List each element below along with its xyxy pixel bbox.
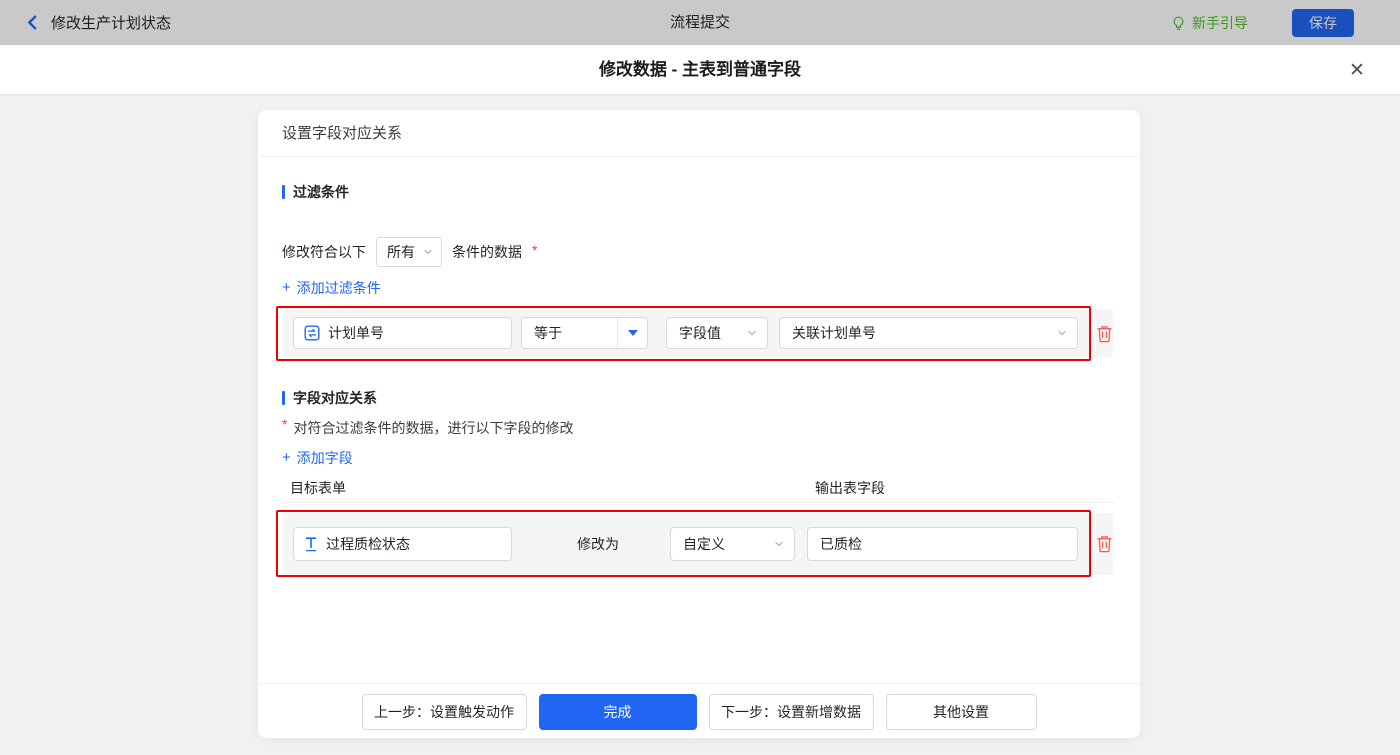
column-header-output: 输出表字段 xyxy=(815,478,885,498)
next-step-button[interactable]: 下一步：设置新增数据 xyxy=(709,694,874,730)
target-field-input[interactable]: 过程质检状态 xyxy=(293,527,512,561)
trash-icon xyxy=(1096,535,1113,553)
delete-filter-button[interactable] xyxy=(1092,322,1116,346)
save-button[interactable]: 保存 xyxy=(1292,9,1354,37)
section-marker xyxy=(282,185,285,199)
add-filter-condition-link[interactable]: + 添加过滤条件 xyxy=(282,278,381,298)
modify-to-label: 修改为 xyxy=(563,527,633,561)
custom-value-type: 自定义 xyxy=(671,534,774,554)
bulb-icon xyxy=(1171,15,1186,31)
prev-step-button[interactable]: 上一步：设置触发动作 xyxy=(362,694,527,730)
chevron-down-icon xyxy=(1057,328,1067,338)
operator-caret-zone[interactable] xyxy=(617,318,647,348)
filter-value-select[interactable]: 关联计划单号 xyxy=(779,317,1078,349)
match-condition-row: 修改符合以下 所有 条件的数据 * xyxy=(282,236,537,268)
plus-icon: + xyxy=(282,451,291,465)
modal-header: 修改数据 - 主表到普通字段 ✕ xyxy=(0,45,1400,95)
close-button[interactable]: ✕ xyxy=(1338,45,1376,95)
chevron-down-icon xyxy=(774,539,784,549)
operator-value: 等于 xyxy=(522,323,617,343)
back-button[interactable]: 修改生产计划状态 xyxy=(24,0,171,45)
custom-value-type-select[interactable]: 自定义 xyxy=(670,527,795,561)
mapping-description: 对符合过滤条件的数据，进行以下字段的修改 xyxy=(293,418,573,438)
delete-mapping-button[interactable] xyxy=(1092,532,1116,556)
chevron-down-icon xyxy=(747,328,757,338)
filter-field-input[interactable]: 计划单号 xyxy=(293,317,512,349)
serial-field-icon xyxy=(304,325,320,341)
required-asterisk: * xyxy=(282,416,287,432)
match-mode-value: 所有 xyxy=(387,242,415,262)
page-title: 修改生产计划状态 xyxy=(51,12,171,33)
output-value-input[interactable] xyxy=(807,527,1078,561)
footer-divider xyxy=(258,683,1140,684)
back-icon xyxy=(24,14,41,31)
mapping-section-title: 字段对应关系 xyxy=(282,388,377,408)
column-divider xyxy=(282,502,1116,503)
value-type-select[interactable]: 字段值 xyxy=(666,317,768,349)
filter-field-value: 计划单号 xyxy=(328,323,384,343)
footer-buttons: 上一步：设置触发动作 完成 下一步：设置新增数据 其他设置 xyxy=(258,694,1140,730)
match-text-suffix: 条件的数据 xyxy=(452,242,522,262)
text-field-icon xyxy=(304,536,318,552)
add-filter-label: 添加过滤条件 xyxy=(297,278,381,298)
section-marker xyxy=(282,391,285,405)
column-header-target: 目标表单 xyxy=(290,478,346,498)
panel-title: 设置字段对应关系 xyxy=(258,110,1140,157)
filter-value: 关联计划单号 xyxy=(780,323,1057,343)
mapping-description-row: * 对符合过滤条件的数据，进行以下字段的修改 xyxy=(282,418,573,438)
other-settings-button[interactable]: 其他设置 xyxy=(886,694,1037,730)
topbar: 修改生产计划状态 流程提交 新手引导 保存 xyxy=(0,0,1400,45)
match-mode-select[interactable]: 所有 xyxy=(376,237,442,267)
match-text-prefix: 修改符合以下 xyxy=(282,242,366,262)
guide-label: 新手引导 xyxy=(1192,13,1248,33)
page: 修改生产计划状态 流程提交 新手引导 保存 修改数据 - 主表到普通字段 ✕ 设… xyxy=(0,0,1400,755)
value-type-value: 字段值 xyxy=(667,323,747,343)
guide-button[interactable]: 新手引导 xyxy=(1171,0,1248,45)
required-asterisk: * xyxy=(532,242,537,258)
filter-section-title: 过滤条件 xyxy=(282,182,349,202)
add-field-label: 添加字段 xyxy=(297,448,353,468)
caret-down-icon xyxy=(628,330,638,336)
add-field-link[interactable]: + 添加字段 xyxy=(282,448,353,468)
settings-panel: 设置字段对应关系 过滤条件 修改符合以下 所有 条件的数据 * + 添加过滤条件… xyxy=(258,110,1140,738)
chevron-down-icon xyxy=(423,247,433,257)
target-field-value: 过程质检状态 xyxy=(326,534,410,554)
topbar-center-title: 流程提交 xyxy=(670,0,730,45)
trash-icon xyxy=(1096,325,1113,343)
done-button[interactable]: 完成 xyxy=(539,694,697,730)
operator-select[interactable]: 等于 xyxy=(521,317,648,349)
plus-icon: + xyxy=(282,281,291,295)
close-icon: ✕ xyxy=(1349,59,1365,82)
modal-title: 修改数据 - 主表到普通字段 xyxy=(0,45,1400,95)
